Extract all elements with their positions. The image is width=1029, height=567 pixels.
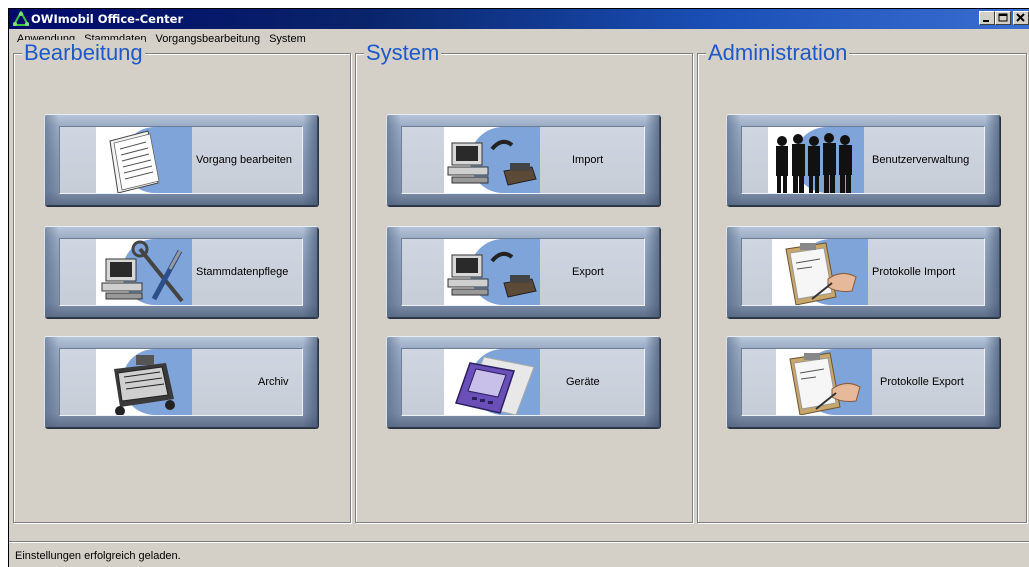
benutzerverwaltung-label: Benutzerverwaltung [872, 154, 970, 166]
menu-bar: Anwendung Stammdaten Vorgangsbearbeitung… [9, 29, 1029, 48]
window-title: OWImobil Office-Center [31, 12, 184, 26]
status-message: Einstellungen erfolgreich geladen. [15, 550, 181, 562]
group-system: System Import Export Geräte [355, 40, 693, 523]
title-bar[interactable]: OWImobil Office-Center [9, 9, 1029, 29]
app-logo-icon [12, 9, 30, 27]
computer-phone-import-icon [444, 127, 540, 193]
group-title-bearbeitung: Bearbeitung [22, 40, 145, 66]
people-silhouettes-icon [768, 127, 864, 193]
clipboard-pen-icon [772, 239, 868, 305]
close-button[interactable] [1013, 11, 1029, 25]
menu-system[interactable]: System [265, 33, 310, 45]
document-icon [96, 127, 192, 193]
protokolle-import-button[interactable]: Protokolle Import [726, 226, 1000, 318]
group-bearbeitung: Bearbeitung Vorgang bearbeiten Stammdate… [13, 40, 351, 523]
menu-vorgangsbearbeitung[interactable]: Vorgangsbearbeitung [151, 33, 264, 45]
group-title-system: System [364, 40, 442, 66]
app-window: OWImobil Office-Center Anwendung Stammda… [8, 8, 1029, 567]
vorgang-bearbeiten-label: Vorgang bearbeiten [196, 154, 293, 166]
protokolle-import-label: Protokolle Import [872, 266, 956, 278]
export-label: Export [572, 266, 604, 278]
archiv-label: Archiv [258, 376, 289, 388]
benutzerverwaltung-button[interactable]: Benutzerverwaltung [726, 114, 1000, 206]
clipboard-pen-icon [776, 349, 872, 415]
geraete-label: Geräte [566, 376, 600, 388]
computer-tools-icon [96, 239, 192, 305]
geraete-button[interactable]: Geräte [386, 336, 660, 428]
handheld-device-icon [444, 349, 540, 415]
stammdatenpflege-button[interactable]: Stammdatenpflege [44, 226, 318, 318]
vorgang-bearbeiten-button[interactable]: Vorgang bearbeiten [44, 114, 318, 206]
minimize-icon [983, 20, 989, 22]
computer-phone-export-icon [444, 239, 540, 305]
import-button[interactable]: Import [386, 114, 660, 206]
status-bar: Einstellungen erfolgreich geladen. [9, 541, 1029, 567]
archive-cabinet-icon [96, 349, 192, 415]
protokolle-export-label: Protokolle Export [880, 376, 964, 388]
maximize-button[interactable] [995, 11, 1011, 25]
minimize-button[interactable] [979, 11, 995, 25]
import-label: Import [572, 154, 604, 166]
close-icon [1016, 13, 1025, 22]
maximize-icon [998, 13, 1008, 22]
export-button[interactable]: Export [386, 226, 660, 318]
group-title-administration: Administration [706, 40, 850, 66]
group-administration: Administration Benutzerverwaltung Protok… [697, 40, 1027, 523]
archiv-button[interactable]: Archiv [44, 336, 318, 428]
protokolle-export-button[interactable]: Protokolle Export [726, 336, 1000, 428]
stammdatenpflege-label: Stammdatenpflege [196, 266, 289, 278]
